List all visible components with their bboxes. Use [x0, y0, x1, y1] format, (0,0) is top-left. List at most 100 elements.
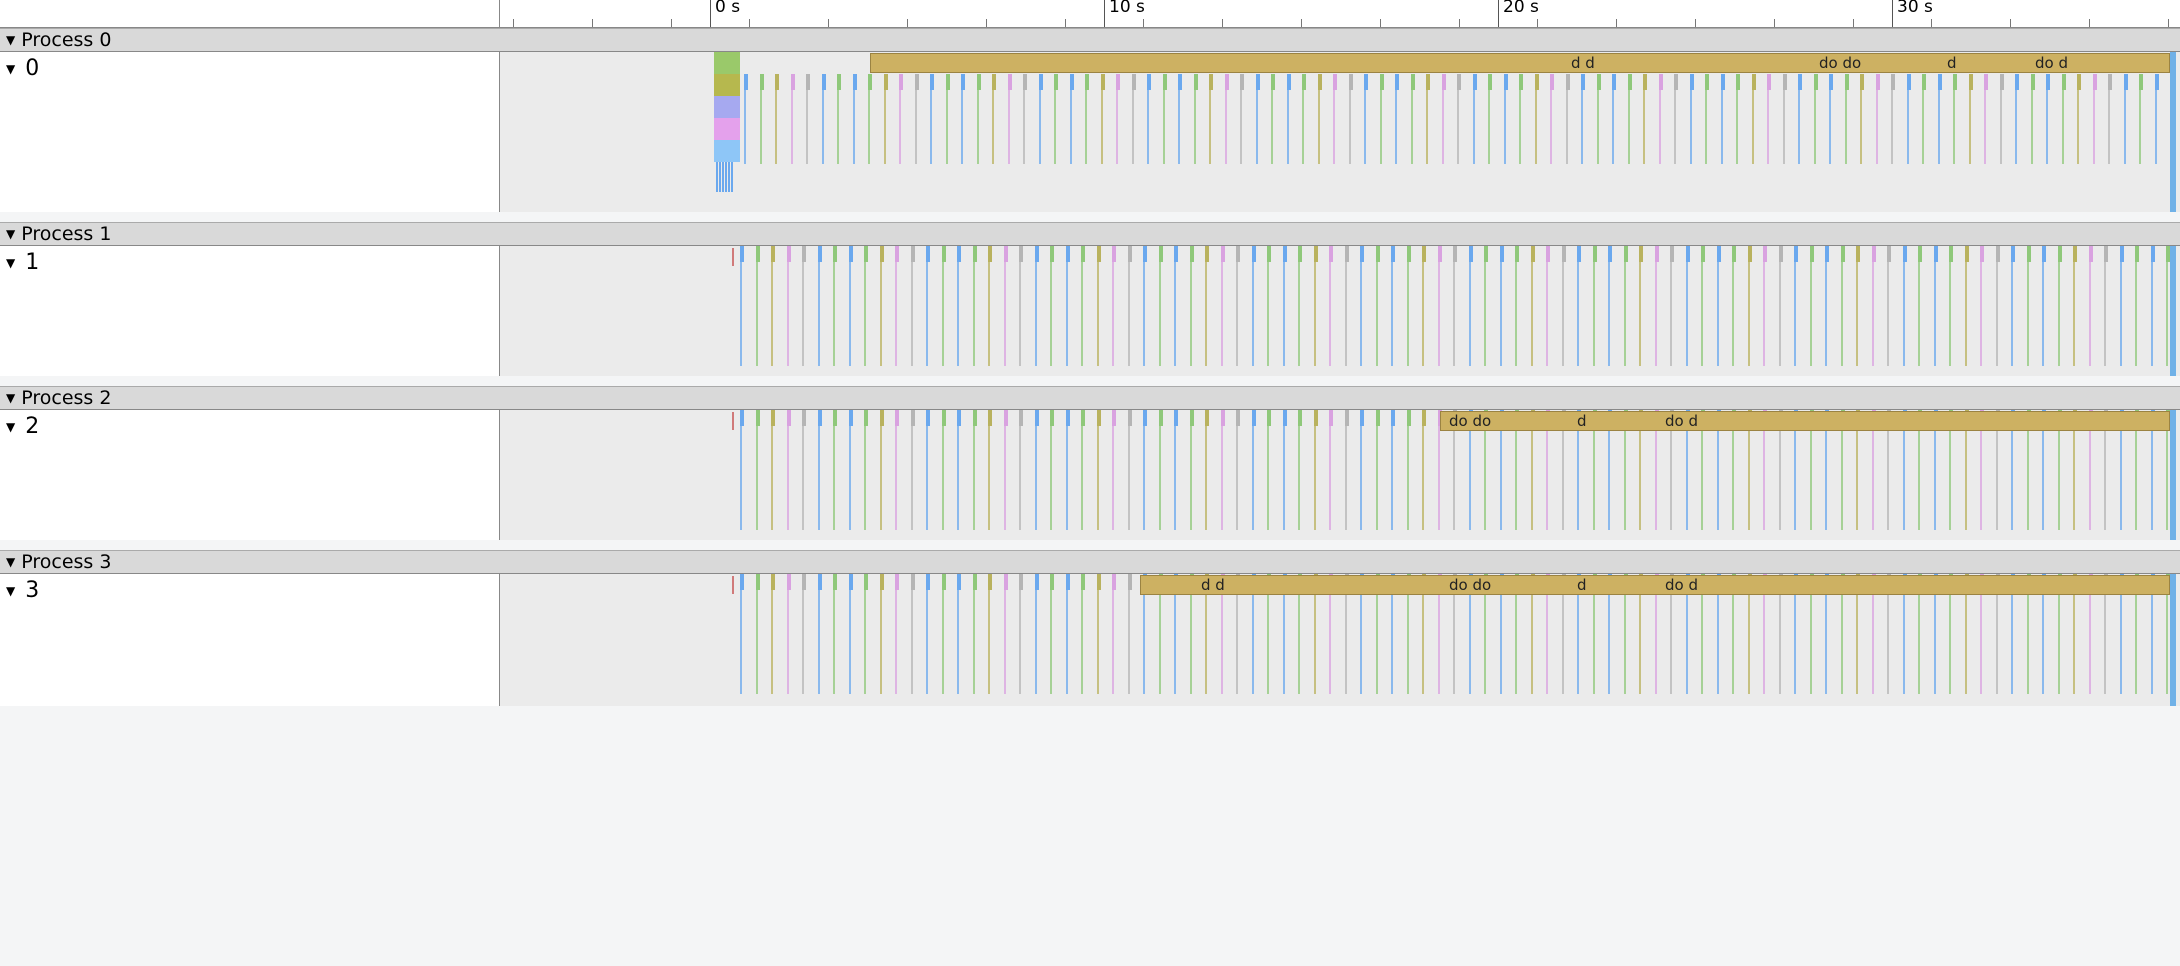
event-strip [1717, 246, 1721, 262]
ruler-minor-tick [592, 19, 593, 27]
event-strip [868, 74, 872, 90]
event-strip [1426, 74, 1430, 90]
event-strip [2031, 74, 2035, 90]
thread-row: ▼1 [0, 246, 2180, 376]
span-bar[interactable]: d ddo doddo d [870, 53, 2170, 73]
event-strip [756, 246, 758, 366]
event-strip [911, 410, 913, 530]
event-strip [988, 574, 990, 694]
event-strip [1825, 246, 1827, 366]
time-ruler[interactable]: 0 s10 s20 s30 s [500, 0, 2180, 27]
process-header[interactable]: ▼Process 0 [0, 28, 2180, 52]
event-strip [1256, 74, 1260, 90]
event-strip [1918, 246, 1920, 366]
event-strip [1825, 246, 1829, 262]
event-strip [864, 410, 866, 530]
playhead-cursor[interactable] [2170, 246, 2176, 376]
event-strip [2135, 246, 2139, 262]
event-strip [1655, 246, 1657, 366]
event-strip [942, 246, 944, 366]
thread-row: ▼3 d ddo doddo d [0, 574, 2180, 706]
event-strip [1345, 410, 1349, 426]
event-strip [1252, 246, 1254, 366]
event-block[interactable] [714, 74, 740, 96]
event-strip [818, 410, 820, 530]
event-strip [1070, 74, 1074, 90]
event-strip [1903, 246, 1907, 262]
event-block[interactable] [714, 118, 740, 140]
event-strip [740, 574, 744, 590]
timeline-track[interactable]: do doddo d [500, 410, 2180, 540]
event-strip [942, 246, 946, 262]
span-label: d d [1571, 54, 1595, 72]
thread-row: ▼0 d ddo doddo d [0, 52, 2180, 212]
ruler-minor-tick [1853, 19, 1854, 27]
event-strip [1593, 246, 1595, 366]
event-strip [2151, 246, 2153, 366]
event-strip [1159, 410, 1161, 530]
event-strip [1608, 246, 1612, 262]
event-strip [802, 410, 806, 426]
timeline-track[interactable] [500, 246, 2180, 376]
event-strip [1097, 574, 1101, 590]
event-strip [1422, 410, 1424, 530]
process-header[interactable]: ▼Process 3 [0, 550, 2180, 574]
event-strip [880, 410, 882, 530]
playhead-cursor[interactable] [2170, 574, 2176, 706]
event-strip [926, 574, 928, 694]
event-strip [2120, 246, 2122, 366]
event-strip [899, 74, 903, 90]
event-block[interactable] [714, 52, 740, 74]
event-strip [1252, 246, 1256, 262]
thread-gutter[interactable]: ▼3 [0, 574, 500, 706]
event-strip [2062, 74, 2066, 90]
event-strip [740, 246, 744, 262]
thread-gutter[interactable]: ▼1 [0, 246, 500, 376]
event-strip [1903, 246, 1905, 366]
event-strip [1349, 74, 1353, 90]
event-strip [1267, 410, 1269, 530]
process-header[interactable]: ▼Process 1 [0, 222, 2180, 246]
span-label: do d [1665, 412, 1698, 430]
event-strip [1732, 246, 1736, 262]
event-strip [1550, 74, 1554, 90]
event-strip [2108, 74, 2112, 90]
timeline-track[interactable]: d ddo doddo d [500, 574, 2180, 706]
event-strip [1066, 246, 1070, 262]
thread-gutter[interactable]: ▼0 [0, 52, 500, 212]
thread-gutter[interactable]: ▼2 [0, 410, 500, 540]
process-header[interactable]: ▼Process 2 [0, 386, 2180, 410]
event-strip [2104, 246, 2106, 366]
event-strip [895, 246, 897, 366]
event-strip [787, 246, 789, 366]
event-strip [787, 574, 789, 694]
event-strip [1794, 246, 1796, 366]
event-strip [1360, 410, 1362, 530]
event-block[interactable] [714, 140, 740, 162]
timeline-track[interactable]: d ddo doddo d [500, 52, 2180, 212]
event-strip [926, 410, 930, 426]
playhead-cursor[interactable] [2170, 410, 2176, 540]
event-strip [740, 574, 742, 694]
event-strip [731, 162, 733, 192]
playhead-cursor[interactable] [2170, 52, 2176, 212]
event-block[interactable] [714, 96, 740, 118]
event-strip [1066, 574, 1070, 590]
event-strip [1159, 410, 1163, 426]
event-strip [1081, 410, 1083, 530]
event-strip [833, 246, 837, 262]
event-strip [849, 574, 851, 694]
event-strip [1949, 246, 1953, 262]
event-strip [977, 74, 981, 90]
span-bar[interactable]: do doddo d [1440, 411, 2170, 431]
event-strip [740, 410, 742, 530]
event-strip [787, 410, 789, 530]
event-strip [818, 574, 820, 694]
event-strip [2027, 246, 2029, 366]
event-strip [1980, 246, 1984, 262]
event-strip [1860, 74, 1864, 90]
span-bar[interactable]: d ddo doddo d [1140, 575, 2170, 595]
event-strip [732, 248, 734, 266]
event-strip [791, 74, 795, 90]
event-strip [787, 246, 791, 262]
